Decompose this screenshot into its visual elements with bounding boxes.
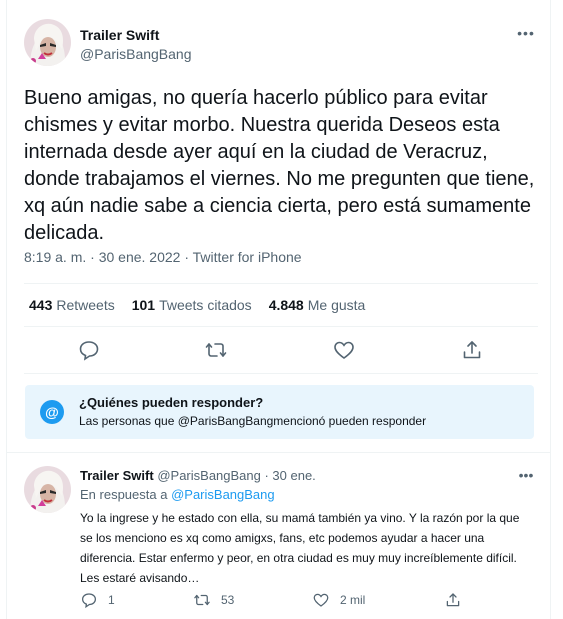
reply-reply-button[interactable]: 1 bbox=[80, 590, 115, 610]
author-avatar[interactable] bbox=[24, 19, 71, 66]
reply-restriction-title: ¿Quiénes pueden responder? bbox=[79, 395, 264, 410]
reply-retweet-button[interactable]: 53 bbox=[193, 590, 234, 610]
share-icon[interactable] bbox=[460, 338, 484, 362]
more-icon[interactable]: ••• bbox=[516, 26, 536, 42]
like-count: 2 mil bbox=[340, 593, 366, 607]
tweet-timestamp[interactable]: 8:19 a. m. · 30 ene. 2022 · Twitter for … bbox=[24, 249, 302, 265]
share-icon bbox=[446, 593, 460, 607]
reply-author-avatar[interactable] bbox=[24, 466, 71, 513]
tweet-stats: 443 Retweets 101 Tweets citados 4.848 Me gu… bbox=[29, 297, 365, 313]
retweets-stat[interactable]: 443 Retweets bbox=[29, 297, 115, 313]
retweet-count: 53 bbox=[221, 593, 235, 607]
reply-share-button[interactable] bbox=[444, 590, 462, 610]
retweet-icon[interactable] bbox=[204, 338, 228, 362]
quote-tweets-stat[interactable]: 101 Tweets citados bbox=[132, 297, 252, 313]
divider bbox=[24, 326, 538, 327]
reply-actions: 1 53 2 mil bbox=[0, 590, 563, 610]
likes-stat[interactable]: 4.848 Me gusta bbox=[269, 297, 366, 313]
divider bbox=[6, 452, 551, 453]
tweet-actions bbox=[0, 338, 563, 362]
author-name[interactable]: Trailer Swift bbox=[80, 27, 159, 43]
reply-like-button[interactable]: 2 mil bbox=[312, 590, 365, 610]
in-reply-to: En respuesta a @ParisBangBang bbox=[80, 487, 275, 502]
reply-author-name[interactable]: Trailer Swift bbox=[80, 468, 154, 483]
reply-text: Yo la ingrese y he estado con ella, su m… bbox=[80, 511, 520, 585]
like-icon bbox=[313, 593, 329, 607]
in-reply-to-handle[interactable]: @ParisBangBang bbox=[171, 487, 275, 502]
reply-header: Trailer Swift @ParisBangBang · 30 ene. bbox=[80, 468, 316, 483]
more-icon[interactable]: ••• bbox=[516, 468, 536, 484]
reply-restriction-notice: @ ¿Quiénes pueden responder? Las persona… bbox=[25, 385, 534, 439]
like-icon[interactable] bbox=[332, 338, 356, 362]
at-icon: @ bbox=[40, 400, 64, 424]
divider bbox=[24, 373, 538, 374]
reply-author-handle[interactable]: @ParisBangBang · 30 ene. bbox=[157, 468, 315, 483]
divider bbox=[24, 283, 538, 284]
reply-count: 1 bbox=[108, 593, 115, 607]
reply-restriction-subtitle: Las personas que @ParisBangBangmencionó … bbox=[79, 414, 427, 428]
reply-icon[interactable] bbox=[77, 338, 101, 362]
author-handle[interactable]: @ParisBangBang bbox=[80, 46, 192, 62]
reply-icon bbox=[81, 593, 97, 609]
tweet-text: Bueno amigas, no quería hacerlo público … bbox=[24, 87, 535, 244]
retweet-icon bbox=[194, 594, 210, 606]
